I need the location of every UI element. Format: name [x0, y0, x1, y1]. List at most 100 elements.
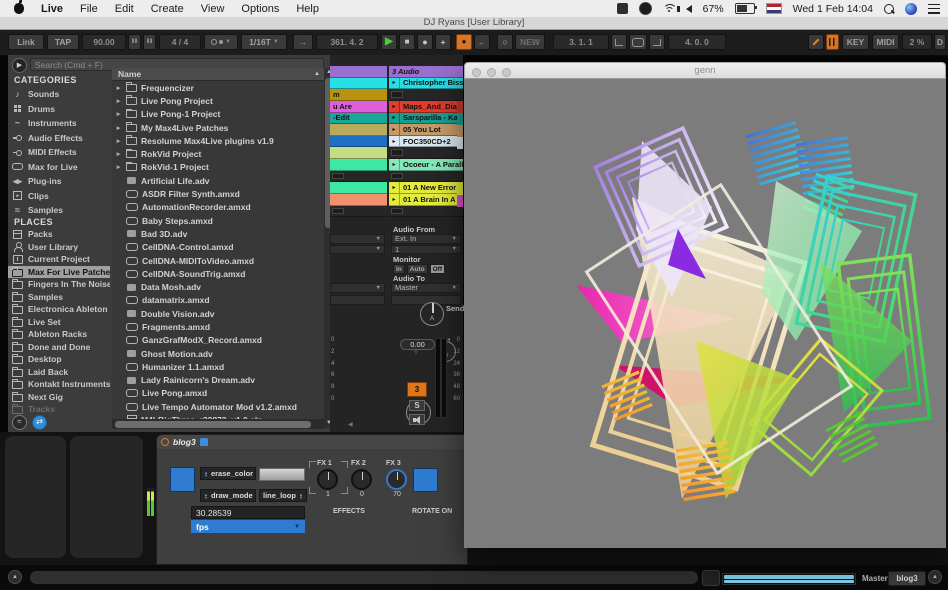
place-max-for-live-patches[interactable]: Max For Live Patches — [8, 266, 110, 279]
scrollbar-thumb[interactable] — [115, 421, 311, 428]
nudge-down-button[interactable]: ‖‖ — [128, 34, 141, 50]
file-row[interactable]: Fragments.amxd — [112, 320, 324, 333]
loop-start-field[interactable]: 3. 1. 1 — [553, 34, 609, 50]
track-header[interactable]: 3 Audio — [389, 66, 463, 78]
toggle-button-left[interactable] — [170, 467, 195, 492]
place-electronica-ableton[interactable]: Electronica Ableton — [8, 303, 110, 316]
file-row[interactable]: ▸Resolume Max4Live plugins v1.9 — [112, 134, 324, 147]
menu-file[interactable]: File — [80, 3, 98, 15]
file-row[interactable]: Bad 3D.adv — [112, 227, 324, 240]
clip-slot[interactable] — [330, 78, 387, 90]
play-button[interactable]: ▶ — [381, 34, 397, 50]
key-map-button[interactable]: KEY — [842, 34, 869, 50]
overdub-button[interactable]: + — [435, 34, 451, 50]
hot-swap-icon[interactable]: ⇄ — [32, 415, 47, 430]
file-list-header[interactable]: Name▲ — [112, 68, 324, 81]
clip-slot[interactable]: ▸01 A New Error — [389, 182, 463, 194]
place-done-and-done[interactable]: Done and Done — [8, 341, 110, 354]
arrangement-position-field[interactable]: 361. 4. 2 — [316, 34, 378, 50]
clip-slot[interactable] — [330, 124, 387, 136]
session-record-button[interactable]: ● — [456, 34, 472, 50]
sidebar-item-clips[interactable]: ▸Clips — [8, 189, 104, 204]
max-edit-hand-icon[interactable] — [200, 438, 208, 446]
clip-slot[interactable] — [330, 194, 387, 206]
volume-icon[interactable] — [686, 5, 692, 13]
file-row[interactable]: CellDNA-Control.amxd — [112, 241, 324, 254]
file-row[interactable]: Baby Steps.amxd — [112, 214, 324, 227]
place-ableton-racks[interactable]: Ableton Racks — [8, 328, 110, 341]
clip-slot[interactable]: ▸05 You Lot — [389, 124, 463, 136]
fx2-knob[interactable] — [351, 469, 372, 490]
menu-create[interactable]: Create — [151, 3, 184, 15]
file-row[interactable]: ▸Frequencizer — [112, 81, 324, 94]
place-fingers-in-the-noise[interactable]: Fingers In The Noise - T — [8, 278, 110, 291]
volume-field[interactable]: 0.00 — [400, 339, 435, 350]
file-row[interactable]: ▸My Max4Live Patches — [112, 121, 324, 134]
monitor-in-button[interactable]: In — [393, 264, 405, 274]
empty-clip-slot[interactable] — [389, 147, 463, 159]
file-row[interactable]: Data Mosh.adv — [112, 280, 324, 293]
clip-play-icon[interactable]: ▸ — [389, 113, 400, 124]
fx3-knob[interactable] — [386, 469, 407, 490]
clip-play-icon[interactable]: ▸ — [389, 78, 400, 89]
file-row[interactable]: GanzGrafModX_Record.amxd — [112, 334, 324, 347]
file-row[interactable]: Lady Rainicorn's Dream.adv — [112, 374, 324, 387]
clip-slot[interactable] — [330, 136, 387, 148]
preview-speaker-button[interactable] — [409, 414, 425, 425]
file-row[interactable]: Double Vision.adv — [112, 307, 324, 320]
capture-midi-button[interactable]: ○ — [497, 34, 513, 50]
track-overview[interactable] — [722, 573, 856, 585]
clip-slot[interactable]: ▸Sarsparilla - Karahee - 0 — [389, 113, 463, 125]
file-row[interactable]: datamatrix.amxd — [112, 294, 324, 307]
monitor-off-button[interactable]: Off — [430, 264, 445, 274]
empty-clip-slot[interactable] — [389, 206, 463, 218]
place-current-project[interactable]: Current Project — [8, 253, 110, 266]
monitor-auto-button[interactable]: Auto — [407, 264, 428, 274]
wifi-icon[interactable] — [663, 4, 675, 13]
fps-dropdown[interactable]: fps▼ — [191, 520, 305, 533]
preview-button[interactable]: ▶ — [12, 58, 27, 73]
clip-slot[interactable]: ▸FOC350CD+2 — [389, 136, 463, 148]
menu-help[interactable]: Help — [296, 3, 319, 15]
file-row[interactable]: Live Tempo Automator Mod v1.2.amxd — [112, 400, 324, 413]
menu-app-name[interactable]: Live — [41, 3, 63, 15]
place-next-gig[interactable]: Next Gig — [8, 391, 110, 404]
punch-out-button[interactable] — [649, 34, 665, 50]
track-activator-button[interactable]: 3 — [407, 382, 427, 397]
link-button[interactable]: Link — [8, 34, 44, 50]
sidebar-item-samples[interactable]: ≈Samples — [8, 203, 104, 218]
audio-to-select[interactable]: ▼ — [330, 283, 385, 293]
clip-play-icon[interactable]: ▸ — [389, 182, 400, 193]
place-user-library[interactable]: User Library — [8, 241, 110, 254]
erase-color-menu[interactable]: ▲▼ erase_color — [200, 467, 256, 480]
empty-clip-slot[interactable] — [389, 89, 463, 101]
computer-midi-keyboard-button[interactable] — [826, 34, 839, 50]
sidebar-item-midi-effects[interactable]: MIDI Effects — [8, 145, 104, 160]
stop-button[interactable]: ■ — [399, 34, 415, 50]
file-row[interactable]: ▸Live Pong-1 Project — [112, 108, 324, 121]
battery-icon[interactable] — [735, 3, 755, 14]
file-row[interactable]: Artificial Life.adv — [112, 174, 324, 187]
place-laid-back[interactable]: Laid Back — [8, 366, 110, 379]
file-row[interactable]: ▸RokVid Project — [112, 147, 324, 160]
nudge-up-button[interactable]: ‖‖ — [143, 34, 156, 50]
clip-slot[interactable]: -Edit — [330, 113, 387, 125]
file-row[interactable]: ASDR Filter Synth.amxd — [112, 187, 324, 200]
file-row[interactable]: Ghost Motion.adv — [112, 347, 324, 360]
loop-button[interactable] — [629, 34, 647, 50]
file-row[interactable]: ▸Live Pong Project — [112, 94, 324, 107]
clip-slot[interactable] — [330, 159, 387, 171]
notification-center-icon[interactable] — [928, 3, 940, 15]
track-header[interactable] — [330, 66, 387, 78]
preview-wave-icon[interactable]: ≈ — [12, 415, 27, 430]
file-row[interactable]: CellDNA-MIDIToVideo.amxd — [112, 254, 324, 267]
send-a-knob[interactable]: A — [420, 302, 444, 326]
clip-play-icon[interactable]: ▸ — [389, 159, 400, 170]
place-packs[interactable]: Packs — [8, 228, 110, 241]
follow-button[interactable]: → — [293, 34, 313, 50]
scroll-left-icon[interactable]: ◀ — [348, 421, 353, 428]
spotlight-search-icon[interactable] — [884, 4, 894, 14]
clip-slot[interactable] — [330, 182, 387, 194]
time-signature-field[interactable]: 4 / 4 — [159, 34, 201, 50]
apple-menu-icon[interactable] — [14, 3, 24, 14]
